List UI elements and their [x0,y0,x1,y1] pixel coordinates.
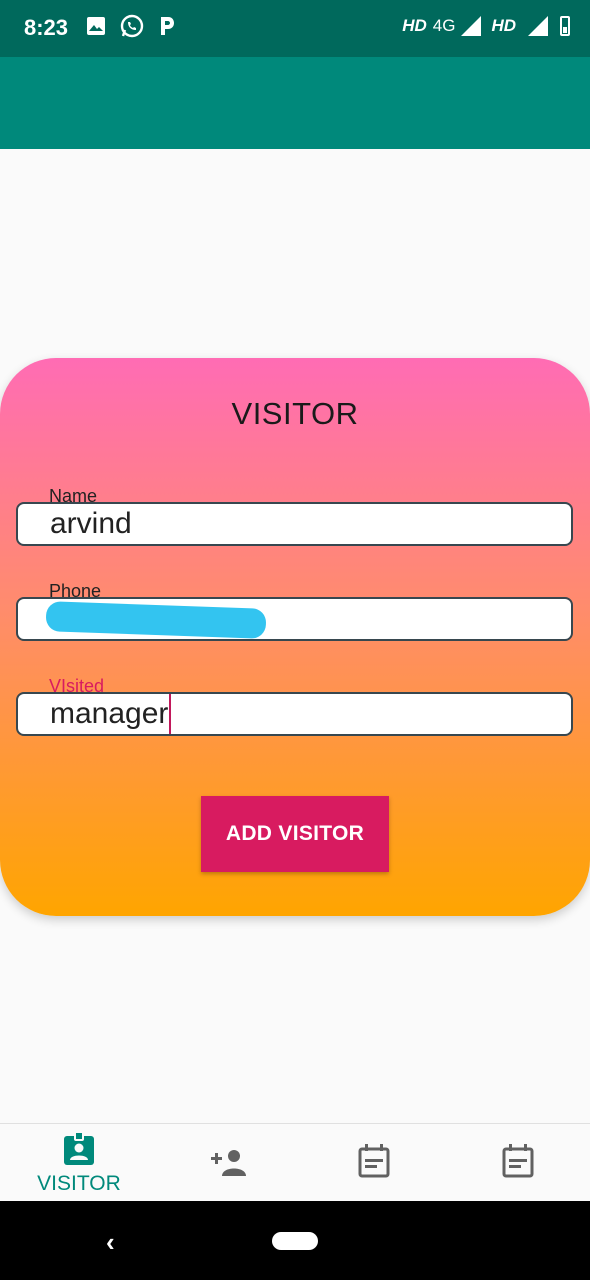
visited-value: manager [50,697,169,730]
status-time: 8:23 [24,15,69,40]
battery-icon [560,16,570,36]
hd-label-1: HD [402,16,427,35]
add-person-icon [211,1150,246,1176]
nav-item-schedule-2[interactable] [458,1124,578,1202]
signal-icon [461,16,482,36]
home-button[interactable] [272,1232,318,1250]
hd-label-2: HD [491,16,516,35]
redaction-scribble [45,601,267,639]
back-icon[interactable]: ‹ [106,1227,115,1258]
nav-label-visitor: VISITOR [37,1172,121,1195]
phone-field[interactable] [16,597,573,641]
network-type-label: 4G [432,16,456,35]
visitor-form-card: VISITOR Name arvind Phone VIsited manage… [0,358,590,916]
system-navigation-bar: ‹ [0,1201,590,1280]
signal-icon-2 [528,16,548,36]
whatsapp-icon [120,14,144,38]
paytm-icon [161,17,174,35]
calendar-note-icon [502,1144,534,1178]
app-bar [0,57,590,149]
text-cursor [169,694,172,734]
add-visitor-button[interactable]: ADD VISITOR [201,796,389,872]
name-value: arvind [50,507,132,540]
nav-item-visitor[interactable]: VISITOR [19,1124,139,1202]
nav-item-schedule-1[interactable] [314,1124,434,1202]
nav-item-add-person[interactable] [169,1124,289,1202]
visited-field[interactable]: manager [16,692,573,736]
system-status-icons: HD 4G HD [402,16,570,36]
calendar-note-icon [358,1144,390,1178]
image-icon [87,17,105,35]
notification-icons [86,14,176,38]
form-title: VISITOR [231,396,359,431]
bottom-navigation: VISITOR [0,1123,590,1202]
badge-icon [64,1132,94,1165]
name-field[interactable]: arvind [16,502,573,546]
status-bar: 8:23 HD 4G HD [0,0,590,57]
